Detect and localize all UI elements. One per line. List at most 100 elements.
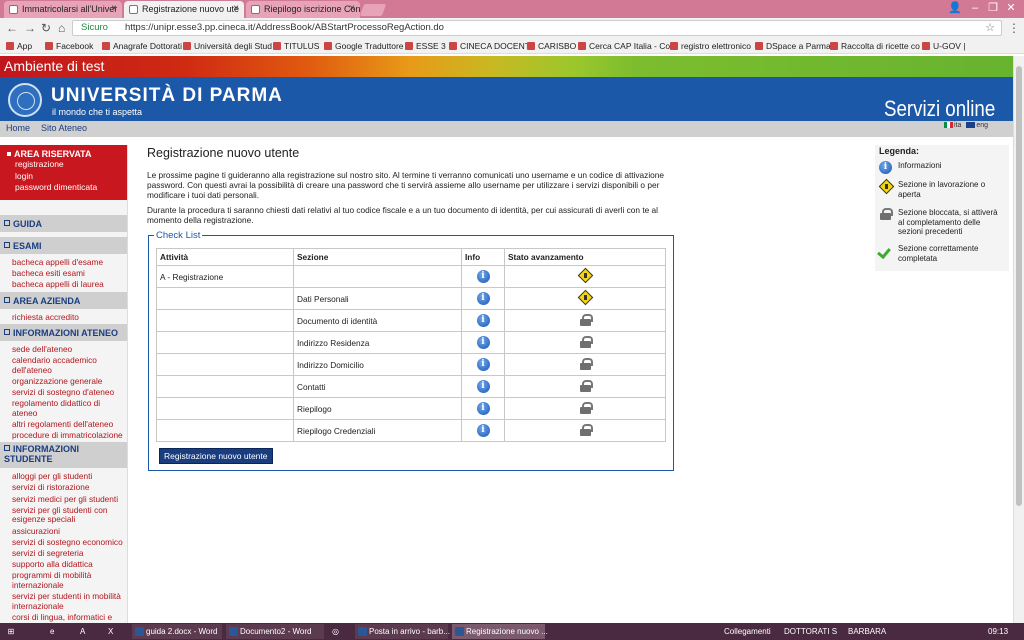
tab-riepilogo[interactable]: Riepilogo iscrizione Con × (246, 1, 360, 18)
favicon-icon (251, 5, 260, 14)
link-registrazione[interactable]: registrazione (7, 159, 127, 171)
bookmark-ugov[interactable]: U-GOV | (922, 41, 965, 51)
link-sede[interactable]: sede dell'ateneo (12, 344, 127, 355)
link-servizi-sostegno[interactable]: servizi di sostegno d'ateneo (12, 387, 127, 398)
link-studenti-mobilita[interactable]: servizi per studenti in mobilità interna… (12, 591, 127, 611)
university-seal-icon[interactable] (8, 83, 42, 117)
bookmark-star-icon[interactable]: ☆ (985, 21, 995, 35)
link-alloggi[interactable]: alloggi per gli studenti (12, 472, 127, 482)
lang-ita[interactable]: ita (954, 122, 961, 129)
link-calendario[interactable]: calendario accademico dell'ateneo (12, 355, 127, 375)
italian-flag-icon[interactable] (944, 122, 953, 128)
address-bar[interactable]: Sicuro https://unipr.esse3.pp.cineca.it/… (72, 20, 1002, 36)
link-supporto-didattica[interactable]: supporto alla didattica (12, 560, 127, 570)
tray-barbara[interactable]: BARBARA (848, 624, 886, 639)
cell-attivita (156, 331, 294, 354)
table-row: Riepilogo i (156, 397, 666, 420)
info-icon[interactable]: i (476, 380, 490, 393)
tab-immatricolarsi[interactable]: Immatricolarsi all'Univer × (4, 1, 122, 18)
menu-icon[interactable]: ⋮ (1008, 21, 1020, 35)
task-documento2[interactable]: Documento2 - Word (226, 624, 324, 639)
link-bacheca-esiti[interactable]: bacheca esiti esami (12, 269, 127, 279)
bookmark-facebook[interactable]: Facebook (45, 41, 93, 51)
bookmark-titulus[interactable]: TITULUS (273, 41, 319, 51)
cell-sezione: Indirizzo Domicilio (293, 353, 462, 376)
section-informazioni-ateneo[interactable]: INFORMAZIONI ATENEO (0, 323, 127, 341)
link-assicurazioni[interactable]: assicurazioni (12, 526, 127, 537)
section-esami[interactable]: ESAMI (0, 237, 127, 254)
english-flag-icon[interactable] (966, 122, 976, 128)
link-servizi-medici[interactable]: servizi medici per gli studenti (12, 494, 127, 505)
link-login[interactable]: login (7, 171, 127, 183)
close-tab-icon[interactable]: × (233, 3, 239, 14)
link-mobilita[interactable]: programmi di mobilità internazionale (12, 570, 127, 590)
tray-collegamenti[interactable]: Collegamenti (724, 624, 771, 639)
start-button-icon[interactable]: ⊞ (4, 624, 18, 639)
cell-sezione: Documento di identità (293, 309, 462, 332)
registrazione-nuovo-utente-button[interactable]: Registrazione nuovo utente (159, 448, 273, 464)
bookmark-universita[interactable]: Università degli Stud (183, 41, 272, 51)
section-area-azienda[interactable]: AREA AZIENDA (0, 291, 127, 309)
lang-eng[interactable]: eng (976, 122, 988, 129)
excel-icon[interactable]: X (108, 624, 113, 639)
bookmark-ricette[interactable]: Raccolta di ricette co (830, 41, 920, 51)
forward-icon[interactable]: → (24, 21, 36, 35)
link-ristorazione[interactable]: servizi di ristorazione (12, 483, 127, 493)
bookmark-registro[interactable]: registro elettronico (670, 41, 751, 51)
tab-registrazione[interactable]: Registrazione nuovo ute × (124, 1, 244, 18)
top-navigation: Home Sito Ateneo (0, 121, 1024, 137)
task-posta[interactable]: Posta in arrivo - barb... (355, 624, 450, 639)
clock: 09:13 (988, 627, 1009, 636)
bookmark-dspace[interactable]: DSpace a Parma (755, 41, 831, 51)
link-segreteria[interactable]: servizi di segreteria (12, 548, 127, 559)
link-organizzazione[interactable]: organizzazione generale (12, 376, 127, 387)
task-guida[interactable]: guida 2.docx - Word (132, 624, 222, 639)
bookmark-esse3[interactable]: ESSE 3 (405, 41, 446, 51)
link-bacheca-appelli[interactable]: bacheca appelli d'esame (12, 257, 127, 268)
section-guida[interactable]: GUIDA (0, 215, 127, 232)
info-icon[interactable]: i (476, 270, 490, 283)
bookmark-google-traduttore[interactable]: Google Traduttore (324, 41, 404, 51)
university-name[interactable]: UNIVERSITÀ DI PARMA (51, 85, 283, 107)
close-tab-icon[interactable]: × (349, 3, 355, 14)
link-password-dimenticata[interactable]: password dimenticata (7, 182, 127, 194)
info-icon[interactable]: i (476, 292, 490, 305)
nav-home[interactable]: Home (6, 123, 30, 133)
ie-icon[interactable]: e (50, 624, 54, 639)
info-icon[interactable]: i (476, 358, 490, 371)
section-informazioni-studente[interactable]: INFORMAZIONI STUDENTE (0, 442, 127, 469)
bookmark-carisbo[interactable]: CARISBO (527, 41, 576, 51)
new-tab-button[interactable] (359, 4, 387, 16)
user-icon[interactable]: 👤 (944, 0, 966, 16)
link-richiesta-accredito[interactable]: richiesta accredito (12, 312, 127, 323)
test-environment-banner: Ambiente di test (0, 56, 1024, 77)
link-procedure-immatricolazione[interactable]: procedure di immatricolazione (12, 430, 127, 441)
info-icon[interactable]: i (476, 314, 490, 327)
link-corsi-lingua[interactable]: corsi di lingua, informatici e (12, 612, 127, 623)
link-sostegno-economico[interactable]: servizi di sostegno economico (12, 537, 127, 548)
reload-icon[interactable]: ↻ (41, 21, 51, 35)
info-icon[interactable]: i (476, 336, 490, 349)
scrollbar-thumb[interactable] (1016, 66, 1022, 506)
bookmark-cineca[interactable]: CINECA DOCENTI (449, 41, 532, 51)
chrome-icon[interactable]: ◎ (332, 624, 339, 639)
tray-dottorati[interactable]: DOTTORATI S (784, 624, 837, 639)
close-window-icon[interactable]: ✕ (1000, 0, 1022, 16)
bookmark-anagrafe[interactable]: Anagrafe Dottorati (102, 41, 182, 51)
nav-sito-ateneo[interactable]: Sito Ateneo (41, 123, 87, 133)
link-bacheca-laurea[interactable]: bacheca appelli di laurea (12, 280, 127, 290)
home-icon[interactable]: ⌂ (58, 21, 65, 35)
close-tab-icon[interactable]: × (111, 3, 117, 14)
link-regolamento-didattico[interactable]: regolamento didattico di ateneo (12, 398, 127, 418)
cell-info: i (461, 353, 505, 376)
link-esigenze-speciali[interactable]: servizi per gli studenti con esigenze sp… (12, 505, 127, 525)
page-scrollbar[interactable] (1013, 56, 1024, 623)
info-icon[interactable]: i (476, 424, 490, 437)
task-registrazione[interactable]: Registrazione nuovo ... (452, 624, 548, 639)
bookmark-cerca-cap[interactable]: Cerca CAP Italia - Co (578, 41, 670, 51)
bookmark-apps[interactable]: App (6, 41, 32, 51)
back-icon[interactable]: ← (6, 21, 18, 35)
info-icon[interactable]: i (476, 402, 490, 415)
acrobat-icon[interactable]: A (80, 624, 85, 639)
link-altri-regolamenti[interactable]: altri regolamenti dell'ateneo (12, 419, 127, 430)
